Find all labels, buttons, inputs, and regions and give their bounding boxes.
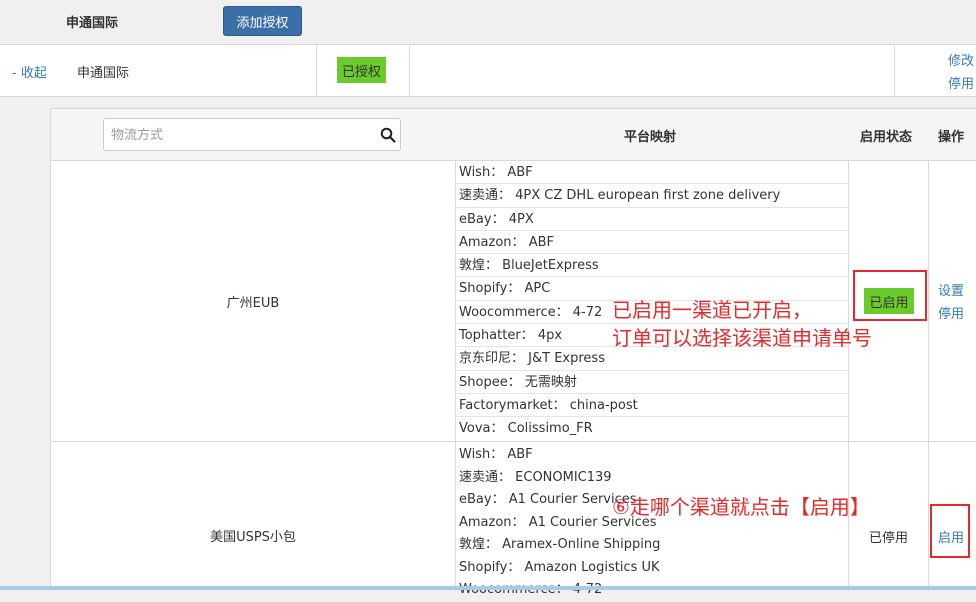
mapping-item: 速卖通： 4PX CZ DHL european first zone deli…	[455, 184, 848, 208]
annotation-note: 已启用一渠道已开启，	[612, 298, 812, 322]
divider	[894, 45, 895, 97]
top-bar: 申通国际 添加授权	[0, 0, 976, 44]
channel-name: 广州EUB	[226, 296, 280, 311]
mapping-list: Wish： ABF 速卖通： ECONOMIC139 eBay： A1 Cour…	[455, 444, 848, 602]
divider	[316, 45, 317, 97]
mapping-item: Shopify： Amazon Logistics UK	[459, 559, 660, 575]
highlight-box	[853, 270, 927, 321]
disable-channel-link[interactable]: 停用	[938, 303, 964, 322]
divider	[928, 161, 929, 591]
collapse-link[interactable]: - 收起	[12, 62, 47, 81]
mapping-item: Vova： Colissimo_FR	[459, 421, 593, 437]
edit-link[interactable]: 修改	[948, 50, 974, 69]
mapping-item: Shopee： 无需映射	[455, 371, 848, 394]
annotation-note: ⑥走哪个渠道就点击【启用】	[612, 495, 870, 519]
mapping-item: Woocommerce： 4-72	[455, 579, 848, 602]
account-row: - 收起 申通国际 已授权 修改 停用	[0, 44, 976, 97]
mapping-item: Wish： ABF	[455, 161, 848, 185]
mapping-item: eBay： 4PX	[455, 208, 848, 231]
highlight-box	[930, 504, 970, 558]
table-header: 平台映射 启用状态 操作	[51, 109, 976, 161]
header-status: 启用状态	[860, 130, 913, 145]
account-name: 申通国际	[77, 66, 130, 81]
authorized-badge: 已授权	[337, 57, 386, 83]
mapping-item: Amazon： ABF	[455, 231, 848, 255]
search-box	[103, 118, 401, 151]
add-authorization-button[interactable]: 添加授权	[223, 6, 302, 36]
setup-link[interactable]: 设置	[938, 280, 964, 299]
mapping-item: 敦煌： Aramex-Online Shipping	[459, 537, 661, 552]
divider	[848, 161, 849, 591]
divider	[51, 441, 976, 442]
disable-link[interactable]: 停用	[948, 73, 974, 92]
status-disabled: 已停用	[869, 531, 909, 546]
mapping-item: Factorymarket： china-post	[455, 394, 848, 418]
header-ops: 操作	[938, 130, 965, 145]
search-input[interactable]	[105, 120, 373, 151]
page-title: 申通国际	[66, 16, 119, 31]
header-mapping: 平台映射	[624, 130, 677, 145]
mapping-item: 敦煌： BlueJetExpress	[455, 254, 848, 278]
mapping-item: 速卖通： ECONOMIC139	[459, 469, 612, 485]
divider	[409, 45, 410, 97]
search-icon[interactable]	[380, 127, 396, 143]
channel-name: 美国USPS小包	[210, 530, 296, 545]
annotation-note: 订单可以选择该渠道申请单号	[612, 326, 872, 350]
bottom-bar	[0, 586, 976, 590]
mapping-item: Wish： ABF	[459, 447, 533, 462]
